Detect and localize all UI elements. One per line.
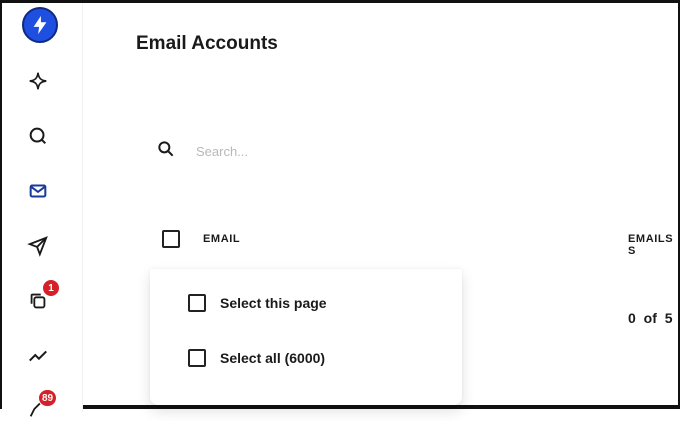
lightning-icon (33, 15, 47, 35)
select-all-option[interactable]: Select all (6000) (188, 346, 325, 370)
sidebar-item-email[interactable] (26, 179, 50, 203)
sidebar-item-analytics[interactable] (26, 344, 50, 368)
select-all-checkbox[interactable] (162, 230, 180, 248)
send-icon (27, 236, 48, 257)
notification-badge: 89 (38, 389, 58, 407)
search-icon (29, 127, 47, 145)
app-logo[interactable] (22, 7, 58, 43)
notification-badge: 1 (42, 279, 60, 297)
sidebar-item-search[interactable] (26, 124, 50, 148)
mail-icon (29, 184, 47, 198)
select-dropdown-menu: Select this page Select all (6000) (150, 269, 462, 405)
page-title: Email Accounts (136, 33, 278, 54)
option-label: Select all (6000) (220, 350, 326, 366)
sparkle-icon (29, 72, 47, 90)
sidebar-item-inbox[interactable]: 89 (26, 389, 58, 421)
sidebar-item-sparkle[interactable] (26, 69, 50, 93)
emails-sent-count: 0 of 5 (628, 310, 673, 326)
search-icon (158, 141, 174, 157)
select-this-page-checkbox[interactable] (188, 294, 206, 312)
sidebar-item-campaigns[interactable] (26, 234, 50, 258)
column-header-emails-sent[interactable]: EMAILS S (628, 233, 678, 257)
select-this-page-option[interactable]: Select this page (188, 291, 327, 315)
analytics-icon (29, 350, 47, 362)
column-header-email[interactable]: EMAIL (203, 233, 240, 245)
search-input[interactable] (194, 139, 478, 163)
sidebar: 1 89 (2, 3, 83, 417)
option-label: Select this page (220, 295, 327, 311)
sidebar-item-copy[interactable]: 1 (26, 279, 60, 313)
select-all-rows-checkbox[interactable] (188, 349, 206, 367)
